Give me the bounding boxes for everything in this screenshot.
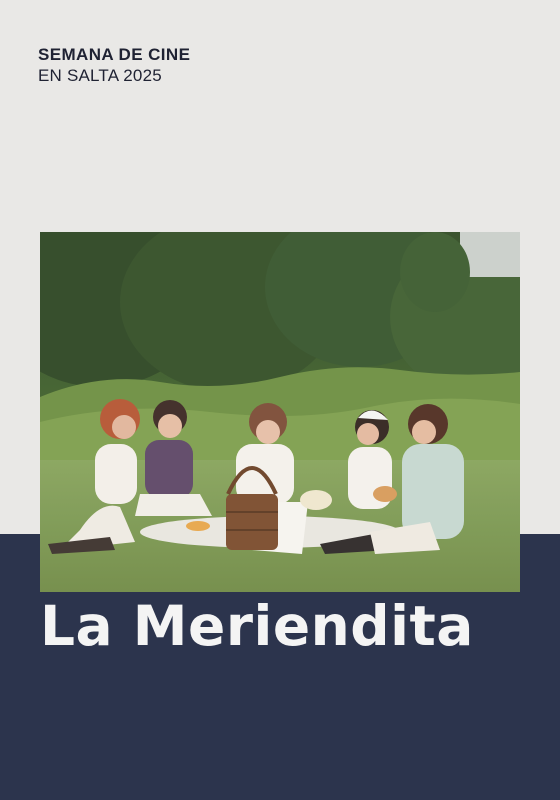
event-heading: SEMANA DE CINE EN SALTA 2025 <box>38 44 190 86</box>
event-name: SEMANA DE CINE <box>38 45 191 64</box>
film-title: La Meriendita <box>40 594 474 658</box>
poster: SEMANA DE CINE EN SALTA 2025 La Meriendi… <box>0 0 560 800</box>
film-still-photo <box>40 232 520 592</box>
event-location-year: EN SALTA 2025 <box>38 66 162 85</box>
